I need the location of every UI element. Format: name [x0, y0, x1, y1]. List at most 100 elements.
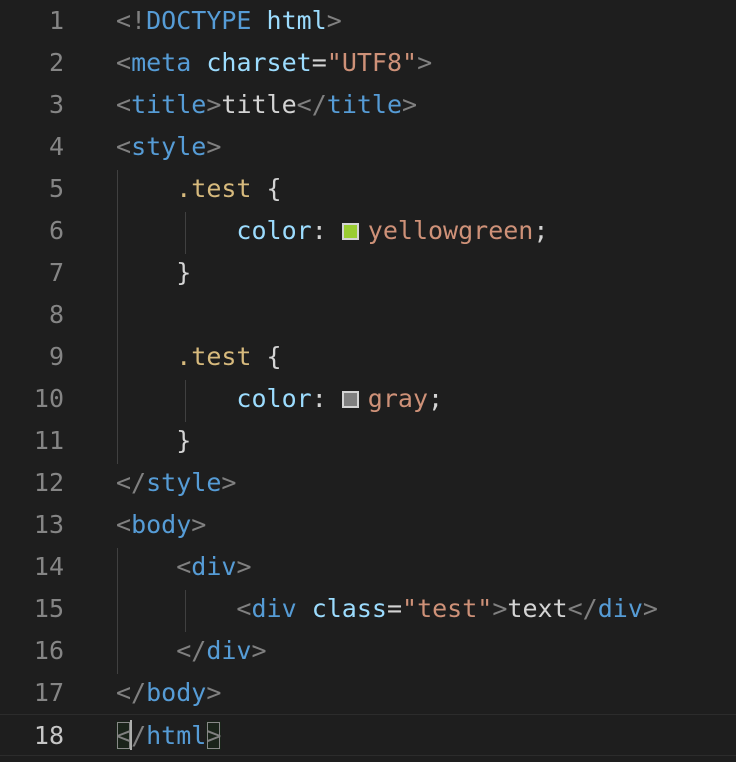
code-token: </ — [116, 468, 147, 497]
line-number: 13 — [33, 510, 64, 539]
code-token: > — [492, 594, 508, 623]
code-token: style — [146, 468, 222, 497]
code-token: yellowgreen — [367, 216, 534, 245]
line-number: 1 — [48, 6, 64, 35]
code-token: > — [221, 468, 237, 497]
line-code[interactable]: </body> — [116, 672, 221, 714]
code-token: < — [116, 48, 132, 77]
code-token: </ — [296, 90, 327, 119]
code-line[interactable]: 2 <meta charset="UTF8"> — [0, 42, 736, 84]
code-line[interactable]: 9 .test { — [0, 336, 736, 378]
code-token: = — [386, 594, 403, 623]
code-token: > — [206, 132, 222, 161]
code-line[interactable]: 6 color: yellowgreen; — [0, 210, 736, 252]
code-token: DOCTYPE — [146, 6, 252, 35]
line-code[interactable]: <title>title</title> — [116, 84, 417, 126]
line-code[interactable]: } — [116, 252, 191, 294]
code-token: </ — [116, 678, 147, 707]
code-token: ; — [533, 216, 549, 245]
line-code[interactable]: <div> — [116, 546, 252, 588]
code-line[interactable]: 5 .test { — [0, 168, 736, 210]
code-line[interactable]: 8 — [0, 294, 736, 336]
swatch-gray[interactable] — [341, 391, 359, 408]
line-code[interactable]: } — [116, 420, 191, 462]
code-token: div — [206, 636, 252, 665]
line-code[interactable]: color: yellowgreen; — [116, 210, 548, 252]
code-line[interactable]: 4 <style> — [0, 126, 736, 168]
code-line[interactable]: 16 </div> — [0, 630, 736, 672]
code-line[interactable]: 14 <div> — [0, 546, 736, 588]
code-token: : — [311, 384, 342, 413]
code-token: <! — [116, 6, 147, 35]
code-token: "UTF8" — [326, 48, 418, 77]
code-token: text — [507, 594, 568, 623]
code-token: < — [116, 510, 132, 539]
code-line[interactable]: 13 <body> — [0, 504, 736, 546]
code-token: body — [131, 510, 192, 539]
code-token: .test — [176, 174, 252, 203]
code-token: < — [116, 132, 132, 161]
code-token: > — [206, 678, 222, 707]
code-line[interactable]: 18 </html> — [0, 714, 736, 756]
code-token: color — [236, 384, 312, 413]
code-token: div — [597, 594, 643, 623]
line-number: 14 — [33, 552, 64, 581]
code-line[interactable]: 3 <title>title</title> — [0, 84, 736, 126]
code-token: > — [206, 90, 222, 119]
code-line[interactable]: 12 </style> — [0, 462, 736, 504]
line-number: 16 — [33, 636, 64, 665]
code-token: </ — [567, 594, 598, 623]
line-code[interactable]: <style> — [116, 126, 221, 168]
code-token: { — [251, 174, 282, 203]
code-token: < — [116, 90, 132, 119]
code-line[interactable]: 17 </body> — [0, 672, 736, 714]
line-number: 5 — [48, 174, 64, 203]
line-code[interactable]: </html> — [116, 715, 222, 757]
line-number: 2 — [48, 48, 64, 77]
line-code[interactable]: <body> — [116, 504, 206, 546]
code-token: charset — [206, 48, 312, 77]
code-line[interactable]: 1 <!DOCTYPE html> — [0, 0, 736, 42]
line-code[interactable]: color: gray; — [116, 378, 443, 420]
code-token: title — [326, 90, 403, 119]
line-code[interactable]: .test { — [116, 168, 282, 210]
code-token: > — [326, 6, 342, 35]
code-line[interactable]: 10 color: gray; — [0, 378, 736, 420]
line-number: 3 — [48, 90, 64, 119]
line-code[interactable]: </style> — [116, 462, 236, 504]
code-token: > — [251, 636, 267, 665]
code-token: } — [116, 258, 192, 287]
code-line[interactable]: 15 <div class="test">text</div> — [0, 588, 736, 630]
swatch-yellowgreen[interactable] — [341, 223, 359, 240]
code-token: title — [221, 90, 297, 119]
line-number: 15 — [33, 594, 64, 623]
line-number: 4 — [48, 132, 64, 161]
code-token: .test — [176, 342, 252, 371]
code-line[interactable]: 11 } — [0, 420, 736, 462]
line-code[interactable]: </div> — [116, 630, 267, 672]
line-code[interactable]: <meta charset="UTF8"> — [116, 42, 432, 84]
line-code[interactable]: <!DOCTYPE html> — [116, 0, 342, 42]
line-code[interactable]: <div class="test">text</div> — [116, 588, 658, 630]
code-token: > — [642, 594, 658, 623]
code-line[interactable]: 7 } — [0, 252, 736, 294]
code-token: > — [236, 552, 252, 581]
line-code[interactable]: .test { — [116, 336, 281, 378]
code-token: color — [236, 216, 312, 245]
code-token: = — [311, 48, 327, 77]
code-token: </ — [176, 636, 207, 665]
matched-bracket: < — [116, 721, 132, 750]
code-editor[interactable]: 1 <!DOCTYPE html> 2 <meta charset="UTF8"> 3 <… — [0, 0, 736, 762]
code-token: > — [417, 48, 433, 77]
code-token: "test" — [402, 594, 493, 623]
code-token: gray — [367, 384, 429, 413]
code-token: html — [266, 6, 327, 35]
line-number: 12 — [33, 468, 64, 497]
